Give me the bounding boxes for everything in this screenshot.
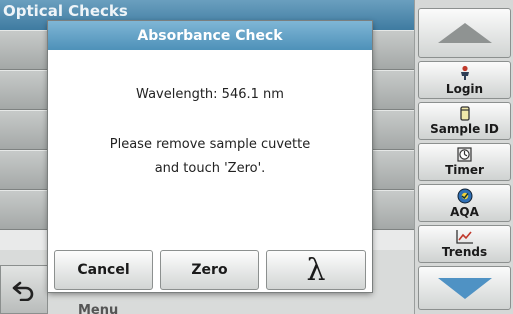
menu-label: Menu	[78, 303, 119, 314]
wavelength-button[interactable]: λ	[266, 250, 366, 290]
scroll-up-button[interactable]	[418, 8, 511, 58]
zero-button[interactable]: Zero	[160, 250, 259, 290]
cancel-button[interactable]: Cancel	[54, 250, 153, 290]
undo-arrow-icon	[12, 281, 34, 301]
sample-vial-icon	[459, 106, 470, 121]
instruction-message: Please remove sample cuvette and touch '…	[48, 133, 372, 181]
background-title: Optical Checks	[3, 2, 128, 20]
dialog-button-bar: Cancel Zero λ	[54, 250, 366, 290]
sidebar: Login Sample ID Timer AQA Trends	[414, 0, 513, 314]
aqa-icon	[457, 188, 472, 203]
instruction-line-1: Please remove sample cuvette	[109, 137, 311, 152]
trend-chart-icon	[455, 230, 473, 244]
sidebar-item-label: Login	[445, 81, 484, 96]
sidebar-item-label: AQA	[450, 204, 479, 219]
sidebar-item-login[interactable]: Login	[418, 61, 511, 99]
sidebar-item-timer[interactable]: Timer	[418, 143, 511, 181]
dialog-title: Absorbance Check	[48, 21, 372, 50]
scroll-down-button[interactable]	[418, 266, 511, 310]
screen: Optical Checks Menu Login Sample ID Time…	[0, 0, 513, 314]
scroll-up-icon	[437, 23, 492, 43]
timer-icon	[457, 147, 472, 162]
sidebar-item-label: Sample ID	[430, 122, 499, 136]
user-icon	[460, 65, 469, 80]
sidebar-item-aqa[interactable]: AQA	[418, 184, 511, 222]
instruction-line-2: and touch 'Zero'.	[154, 161, 266, 176]
absorbance-check-dialog: Absorbance Check Wavelength: 546.1 nm Pl…	[48, 21, 372, 292]
wavelength-text: Wavelength: 546.1 nm	[136, 87, 284, 102]
sidebar-item-label: Trends	[441, 245, 488, 259]
sidebar-item-sample-id[interactable]: Sample ID	[418, 102, 511, 140]
back-button[interactable]	[0, 265, 48, 314]
sidebar-item-label: Timer	[445, 163, 484, 177]
scroll-down-icon	[437, 278, 492, 299]
sidebar-item-trends[interactable]: Trends	[418, 225, 511, 263]
